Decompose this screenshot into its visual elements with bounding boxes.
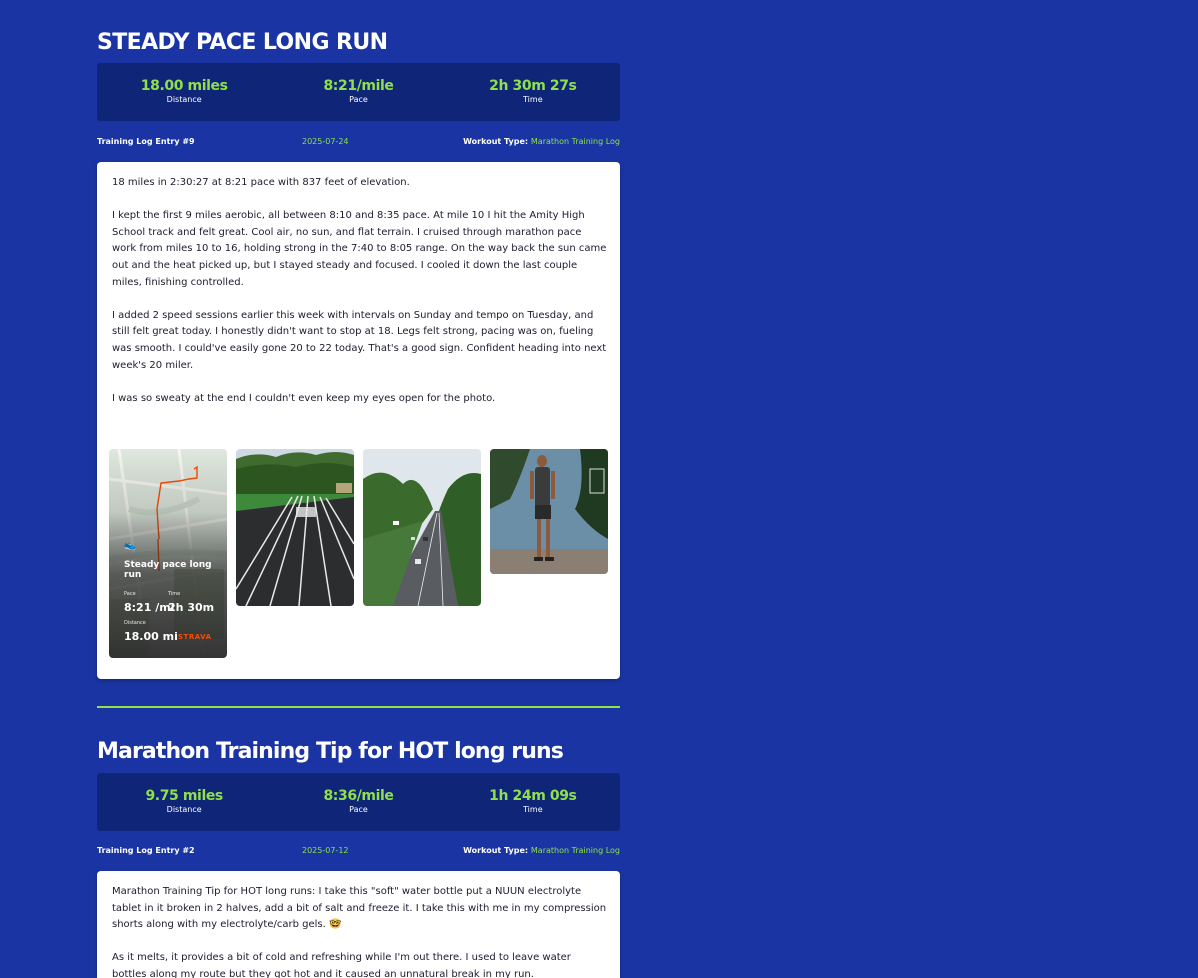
post-title: Marathon Training Tip for HOT long runs	[97, 739, 564, 764]
strava-pace-label: Pace	[124, 591, 136, 597]
stat-pace: 8:36/mile Pace	[271, 789, 445, 815]
shoe-icon: 👟	[124, 540, 137, 551]
post-meta: Training Log Entry #2 2025-07-12 Workout…	[97, 844, 620, 856]
photo-track[interactable]	[236, 449, 354, 606]
stat-label: Pace	[349, 95, 368, 104]
photo-highway[interactable]	[363, 449, 481, 606]
post-body: 18 miles in 2:30:27 at 8:21 pace with 83…	[112, 175, 607, 407]
stat-label: Distance	[166, 95, 202, 104]
stat-value: 2h 30m 27s	[489, 78, 577, 94]
highway-image	[363, 449, 481, 606]
stat-time: 1h 24m 09s Time	[446, 789, 620, 815]
workout-type-link[interactable]: Marathon Training Log	[531, 846, 620, 855]
workout-type: Workout Type: Marathon Training Log	[463, 846, 620, 855]
runner-image	[490, 449, 608, 574]
strava-overlay: 👟 Steady pace long run Pace Time 8:21 /m…	[109, 449, 227, 658]
strava-distance-label: Distance	[124, 620, 146, 626]
post-date: 2025-07-24	[302, 136, 349, 146]
stat-label: Pace	[349, 805, 368, 814]
entry-number: Training Log Entry #9	[97, 136, 195, 146]
workout-type: Workout Type: Marathon Training Log	[463, 137, 620, 146]
workout-type-label: Workout Type:	[463, 845, 529, 855]
post-paragraph: I added 2 speed sessions earlier this we…	[112, 309, 607, 371]
photo-runner[interactable]	[490, 449, 608, 574]
stat-time: 2h 30m 27s Time	[446, 79, 620, 105]
post-paragraph: As it melts, it provides a bit of cold a…	[112, 952, 571, 978]
stat-label: Distance	[166, 805, 202, 814]
post-body: Marathon Training Tip for HOT long runs:…	[112, 884, 607, 978]
strava-distance-value: 18.00 mi	[124, 630, 178, 643]
post-meta: Training Log Entry #9 2025-07-24 Workout…	[97, 135, 620, 147]
post-paragraph: 18 miles in 2:30:27 at 8:21 pace with 83…	[112, 177, 410, 188]
workout-type-link[interactable]: Marathon Training Log	[531, 137, 620, 146]
stat-value: 18.00 miles	[140, 78, 228, 94]
post-paragraph: Marathon Training Tip for HOT long runs:…	[112, 886, 607, 931]
stat-pace: 8:21/mile Pace	[271, 79, 445, 105]
strava-activity-title: Steady pace long run	[124, 560, 212, 580]
post-card: Marathon Training Tip for HOT long runs:…	[97, 871, 620, 978]
post-title: STEADY PACE LONG RUN	[97, 30, 388, 55]
photo-strava-summary[interactable]: 👟 Steady pace long run Pace Time 8:21 /m…	[109, 449, 227, 658]
stat-distance: 9.75 miles Distance	[97, 789, 271, 815]
strava-time-label: Time	[168, 591, 181, 597]
entry-number: Training Log Entry #2	[97, 845, 195, 855]
post-paragraph: I kept the first 9 miles aerobic, all be…	[112, 210, 607, 288]
strava-time-value: 2h 30m	[168, 601, 215, 614]
post-date: 2025-07-12	[302, 845, 349, 855]
stats-panel: 18.00 miles Distance 8:21/mile Pace 2h 3…	[97, 63, 620, 121]
workout-type-label: Workout Type:	[463, 136, 529, 146]
track-image	[236, 449, 354, 606]
post-paragraph: I was so sweaty at the end I couldn't ev…	[112, 392, 496, 404]
stat-label: Time	[523, 95, 543, 104]
stats-panel: 9.75 miles Distance 8:36/mile Pace 1h 24…	[97, 773, 620, 831]
photo-gallery: 👟 Steady pace long run Pace Time 8:21 /m…	[109, 449, 609, 659]
post-card: 18 miles in 2:30:27 at 8:21 pace with 83…	[97, 162, 620, 679]
stat-label: Time	[523, 805, 543, 814]
post-divider	[97, 706, 620, 708]
stat-distance: 18.00 miles Distance	[97, 79, 271, 105]
stat-value: 9.75 miles	[145, 788, 223, 804]
stat-value: 8:36/mile	[323, 788, 394, 804]
strava-logo: STRAVA	[178, 633, 212, 641]
stat-value: 1h 24m 09s	[489, 788, 577, 804]
strava-pace-value: 8:21 /mi	[124, 601, 175, 614]
stat-value: 8:21/mile	[323, 78, 394, 94]
